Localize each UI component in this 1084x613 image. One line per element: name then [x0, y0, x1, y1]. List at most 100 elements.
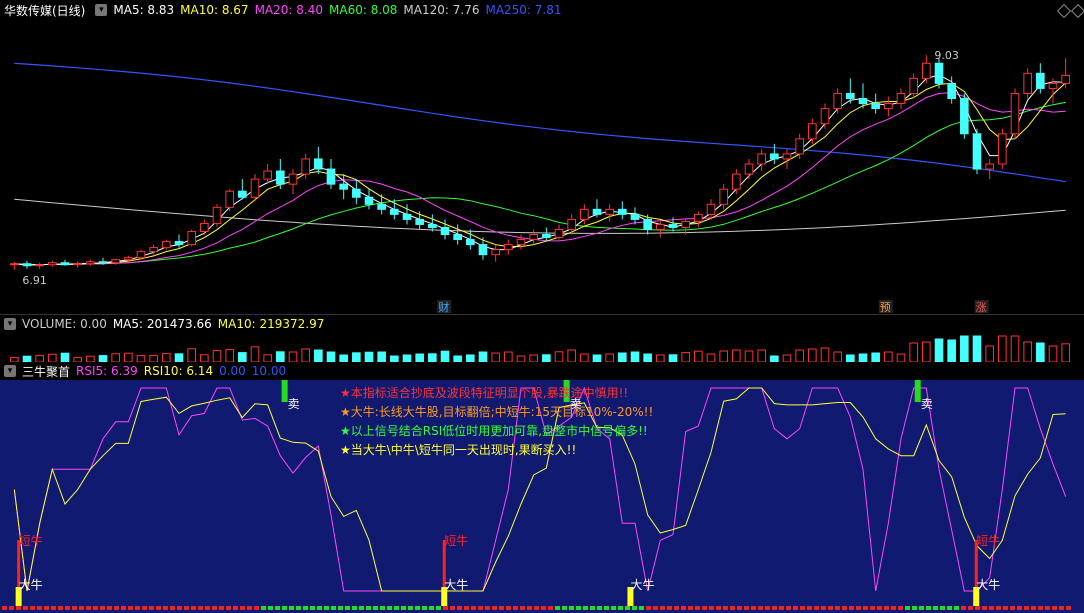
signal-strip-cell [1031, 606, 1036, 610]
signal-strip-cell [506, 606, 511, 610]
volume-bar [998, 335, 1007, 362]
candle [1010, 92, 1020, 135]
signal-strip-cell [261, 606, 266, 610]
note-line: ★大牛:长线大牛股,目标翻倍;中短牛:15天目标10%-20%!! [340, 405, 654, 419]
candle [719, 188, 728, 205]
signal-strip-cell [177, 606, 182, 610]
volume-bar [339, 354, 348, 362]
candle [212, 206, 222, 224]
signal-strip-cell [380, 606, 385, 610]
chevron-down-icon[interactable]: ▾ [4, 365, 16, 377]
candle [820, 108, 830, 125]
note-line: ★本指标适合抄底及波段特征明显个股,暴跌途中慎用!! [340, 386, 629, 400]
volume-bar [846, 354, 855, 362]
volume-bar [542, 354, 551, 362]
ma120-label: MA120: 7.76 [403, 3, 480, 17]
signal-strip-cell [450, 606, 455, 610]
signal-strip-cell [121, 606, 126, 610]
signal-strip-cell [240, 606, 245, 610]
signal-strip-cell [716, 606, 721, 610]
ma10-label: MA10: 8.67 [180, 3, 249, 17]
signal-strip-cell [898, 606, 903, 610]
signal-strip-cell [289, 606, 294, 610]
candle [972, 133, 982, 170]
volume-bar [187, 348, 196, 362]
ma5-line [14, 74, 1066, 266]
signal-strip-cell [604, 606, 609, 610]
signal-strip-cell [800, 606, 805, 610]
rsi10-label: RSI10: 6.14 [143, 364, 214, 378]
signal-strip-cell [58, 606, 63, 610]
candle [1048, 82, 1058, 89]
candle [884, 103, 893, 110]
candle [871, 103, 880, 110]
signal-strip-cell [513, 606, 518, 610]
signal-strip-cell [394, 606, 399, 610]
volume-chart[interactable] [0, 332, 1084, 362]
signal-strip-cell [457, 606, 462, 610]
candle [428, 223, 437, 228]
volume-bar [466, 354, 475, 362]
signal-strip-cell [114, 606, 119, 610]
candle [567, 218, 576, 230]
signal-strip-cell [527, 606, 532, 610]
price-chart[interactable]: 9.03 6.91 财 预 涨 [0, 18, 1084, 314]
candle [757, 153, 766, 165]
signal-strip-cell [765, 606, 770, 610]
volume-bar [149, 354, 158, 362]
signal-strip-cell [541, 606, 546, 610]
short-bull-label: 短牛 [444, 533, 468, 548]
signal-strip-cell [247, 606, 252, 610]
signal-strip-cell [891, 606, 896, 610]
candle [124, 257, 133, 261]
volume-bar [174, 353, 184, 362]
candle [694, 213, 703, 222]
volume-bar [200, 354, 209, 362]
candle [770, 153, 779, 160]
candle [504, 244, 513, 251]
volume-bar [719, 350, 728, 362]
signal-strip-cell [1059, 606, 1064, 610]
chevron-down-icon[interactable]: ▾ [4, 318, 16, 330]
candle [326, 168, 336, 185]
signal-strip-cell [107, 606, 112, 610]
signal-strip-cell [933, 606, 938, 610]
signal-strip-cell [436, 606, 441, 610]
signal-strip-cell [954, 606, 959, 610]
signal-strip-cell [37, 606, 42, 610]
signal-strip-cell [233, 606, 238, 610]
volume-bar [706, 353, 716, 362]
event-marker: 预 [880, 301, 891, 314]
signal-strip-cell [660, 606, 665, 610]
candle [263, 170, 272, 180]
signal-strip-cell [352, 606, 357, 610]
candle [339, 183, 348, 190]
volume-bar [833, 351, 842, 362]
chevron-down-icon[interactable]: ▾ [95, 4, 108, 16]
volume-bar [782, 354, 792, 362]
candle [440, 226, 450, 236]
candle [453, 234, 462, 241]
signal-strip-cell [205, 606, 210, 610]
signal-strip-cell [65, 606, 70, 610]
stock-title: 华数传媒(日线) [4, 3, 86, 18]
candle [580, 208, 589, 220]
candle [795, 138, 804, 155]
short-bull-label: 短牛 [19, 533, 43, 548]
candle [35, 264, 44, 267]
volume-bar [60, 352, 70, 362]
signal-strip-cell [569, 606, 574, 610]
candle [846, 92, 855, 100]
volume-bar [402, 354, 412, 362]
signal-strip-cell [814, 606, 819, 610]
signal-strip-cell [156, 606, 161, 610]
volume-bar [225, 349, 234, 362]
signal-strip-cell [877, 606, 882, 610]
signal-strip-cell [254, 606, 259, 610]
candle [643, 218, 652, 230]
signal-strip-cell [324, 606, 329, 610]
signal-strip-cell [772, 606, 777, 610]
volume-bar [656, 354, 665, 362]
candle [1023, 72, 1032, 94]
volume-bar [491, 352, 500, 362]
